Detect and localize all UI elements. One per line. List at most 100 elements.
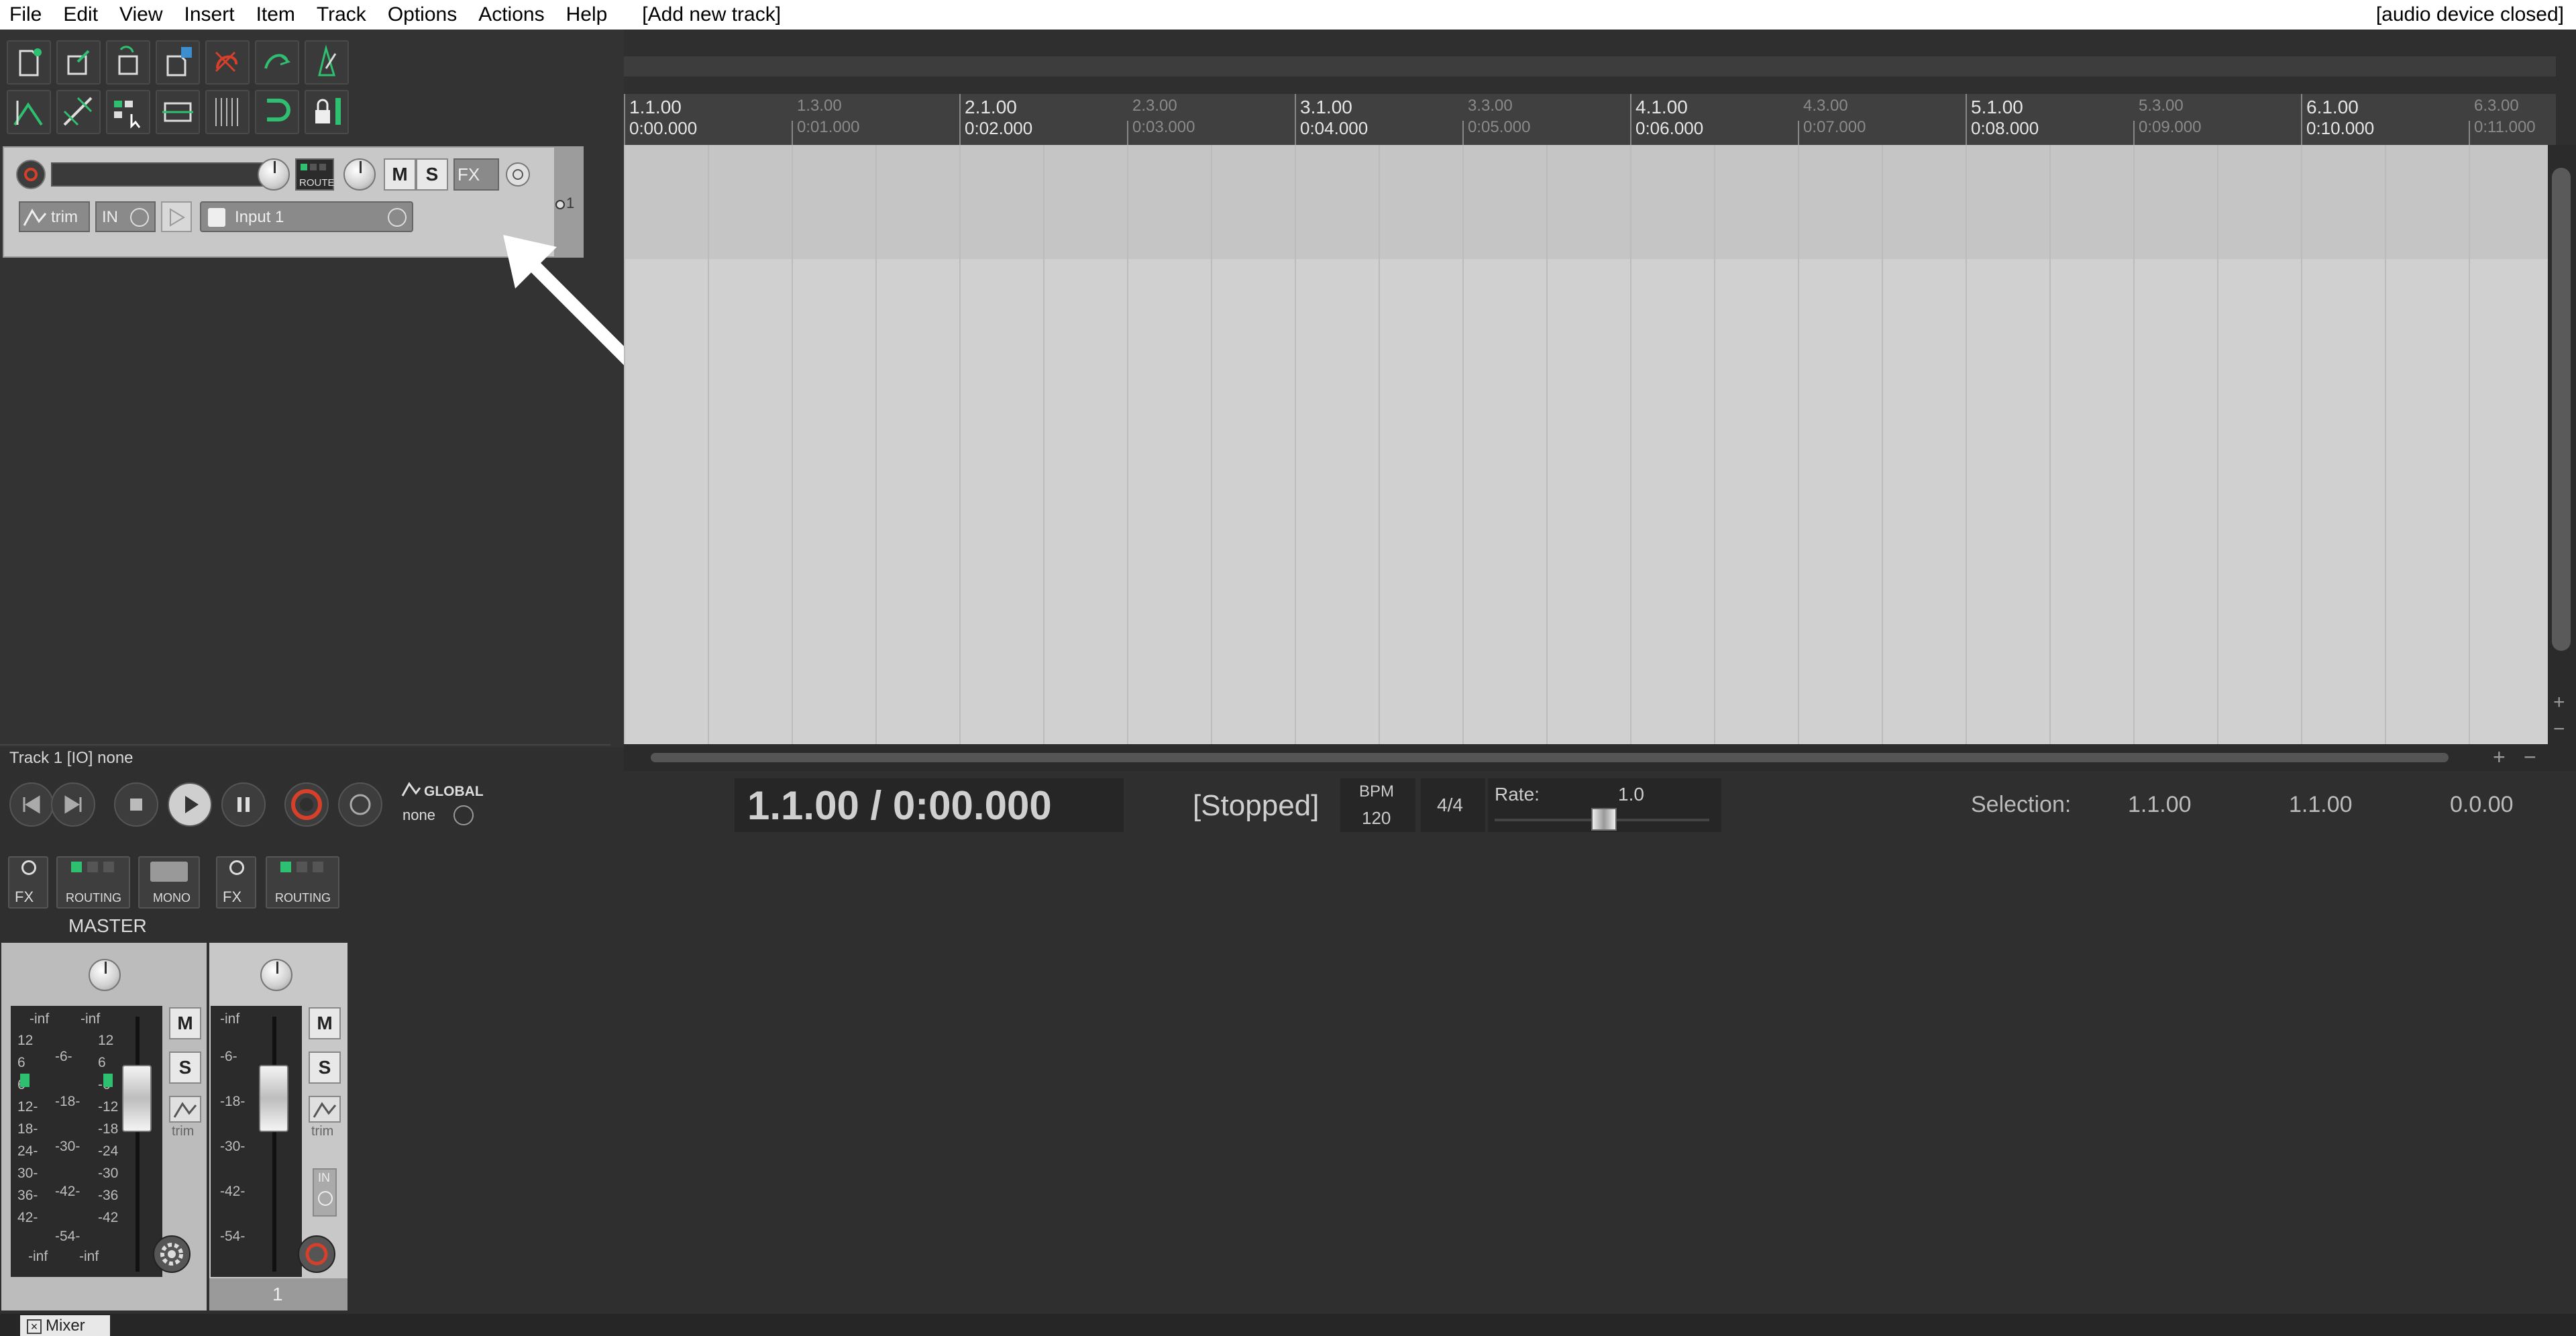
master-peak-left: -inf [30,1011,50,1027]
vertical-scroll-thumb[interactable] [2552,168,2571,651]
track-pan-knob[interactable] [260,959,292,991]
rate-slider-thumb[interactable] [1591,808,1617,831]
project-settings-button[interactable] [156,40,200,85]
undo-button[interactable] [205,40,250,85]
track-1-header[interactable]: ROUTE M S FX trim IN Input 1 [3,146,555,258]
ruler-bar-label: 6.1.00 [2306,97,2359,117]
track-mute-button[interactable]: M [309,1007,341,1039]
project-settings-icon [166,47,192,76]
audio-device-status[interactable]: [audio device closed] [2376,0,2564,30]
master-solo-button[interactable]: S [169,1051,201,1084]
envelope-trim-button[interactable]: trim [19,201,90,232]
locking-button[interactable] [305,90,349,134]
master-mono-button[interactable]: MONO [138,856,200,909]
timeline-ruler[interactable] [624,94,2556,145]
master-pan-knob[interactable] [89,959,121,991]
track-record-arm-button[interactable] [298,1235,335,1273]
h-zoom-in-icon[interactable]: + [2493,745,2506,770]
grid-line [1379,145,1380,744]
zoom-in-icon[interactable]: + [2553,691,2565,714]
close-icon[interactable]: × [27,1319,42,1334]
track-routing-button[interactable]: ROUTING [266,856,339,909]
selection-start[interactable]: 1.1.00 [2128,792,2192,818]
menu-item[interactable]: Item [246,0,306,30]
menu-edit[interactable]: Edit [52,0,109,30]
route-button[interactable]: ROUTE [295,158,335,191]
snap-grid-button[interactable] [205,90,250,134]
ruler-time-label: 0:08.000 [1971,118,2039,138]
item-grouping-button[interactable] [106,90,150,134]
lock-icon [315,98,341,125]
ruler-tick [2469,121,2470,145]
chevron-down-icon[interactable] [453,805,474,825]
go-to-end-button[interactable] [51,782,95,827]
master-fader-track[interactable] [136,1017,140,1272]
global-automation-value[interactable]: none [402,807,435,824]
master-mute-button[interactable]: M [169,1007,201,1039]
track-fx-button[interactable]: FX [216,856,256,909]
track-envelope-button[interactable] [309,1096,341,1123]
menu-track[interactable]: Track [306,0,377,30]
ripple-edit-button[interactable] [156,90,200,134]
pan-knob[interactable] [343,158,376,191]
redo-button[interactable] [255,40,299,85]
pause-button[interactable] [221,782,266,827]
master-routing-button[interactable]: ROUTING [56,856,130,909]
track-number-strip[interactable]: 1 [209,1278,347,1311]
menu-actions[interactable]: Actions [468,0,555,30]
grid-icon [215,98,238,126]
master-settings-button[interactable] [153,1235,191,1273]
menu-options[interactable]: Options [377,0,468,30]
stop-button[interactable] [114,782,158,827]
menu-view[interactable]: View [109,0,173,30]
record-arm-button[interactable] [16,160,46,189]
input-monitor-button[interactable]: IN [95,201,156,232]
tempo-box[interactable]: BPM 120 [1340,778,1415,832]
menu-help[interactable]: Help [555,0,619,30]
zoom-out-icon[interactable]: − [2553,718,2565,741]
solo-button[interactable]: S [416,158,448,191]
playrate-box[interactable]: Rate: 1.0 [1488,778,1721,832]
master-fx-button[interactable]: FX [8,856,48,909]
track-fader[interactable] [259,1065,288,1132]
menu-file[interactable]: File [0,0,52,30]
horizontal-scroll-thumb[interactable] [651,753,2449,762]
selection-end[interactable]: 1.1.00 [2289,792,2353,818]
go-to-start-button[interactable] [9,782,54,827]
master-routing-label: ROUTING [66,891,121,905]
track-name-field[interactable] [51,162,271,187]
h-zoom-out-icon[interactable]: − [2524,745,2536,770]
master-name: MASTER [68,915,147,936]
master-fader[interactable] [122,1065,152,1132]
phase-button[interactable] [506,162,530,187]
snap-toggle-button[interactable] [255,90,299,134]
play-button[interactable] [168,782,212,827]
record-mode-button[interactable] [161,201,192,232]
open-project-button[interactable] [56,40,101,85]
menu-insert[interactable]: Insert [174,0,246,30]
auto-crossfade-button[interactable] [7,90,51,134]
mute-button[interactable]: M [384,158,416,191]
time-signature-box[interactable]: 4/4 [1421,778,1485,832]
input-select-button[interactable]: Input 1 [200,201,413,232]
metronome-button[interactable] [305,40,349,85]
fx-button[interactable]: FX [453,158,499,191]
track-solo-button[interactable]: S [309,1051,341,1084]
new-project-button[interactable] [7,40,51,85]
master-envelope-button[interactable] [169,1096,201,1123]
routing-led-icon [313,862,323,872]
mixer-tab[interactable]: × Mixer [20,1315,110,1336]
track-trim-label: trim [311,1124,334,1139]
save-project-button[interactable] [106,40,150,85]
region-bar[interactable] [624,56,2556,76]
track-folder-icon[interactable] [555,200,565,209]
volume-knob[interactable] [258,158,290,191]
envelope-points-button[interactable] [56,90,101,134]
selection-length[interactable]: 0.0.00 [2450,792,2514,818]
master-meter-left-level [20,1074,30,1087]
record-button[interactable] [284,782,329,827]
track-input-monitor-button[interactable]: IN [313,1168,337,1217]
track-1-lane[interactable] [624,145,2548,259]
track-fader-track[interactable] [272,1017,276,1272]
repeat-button[interactable] [338,782,382,827]
